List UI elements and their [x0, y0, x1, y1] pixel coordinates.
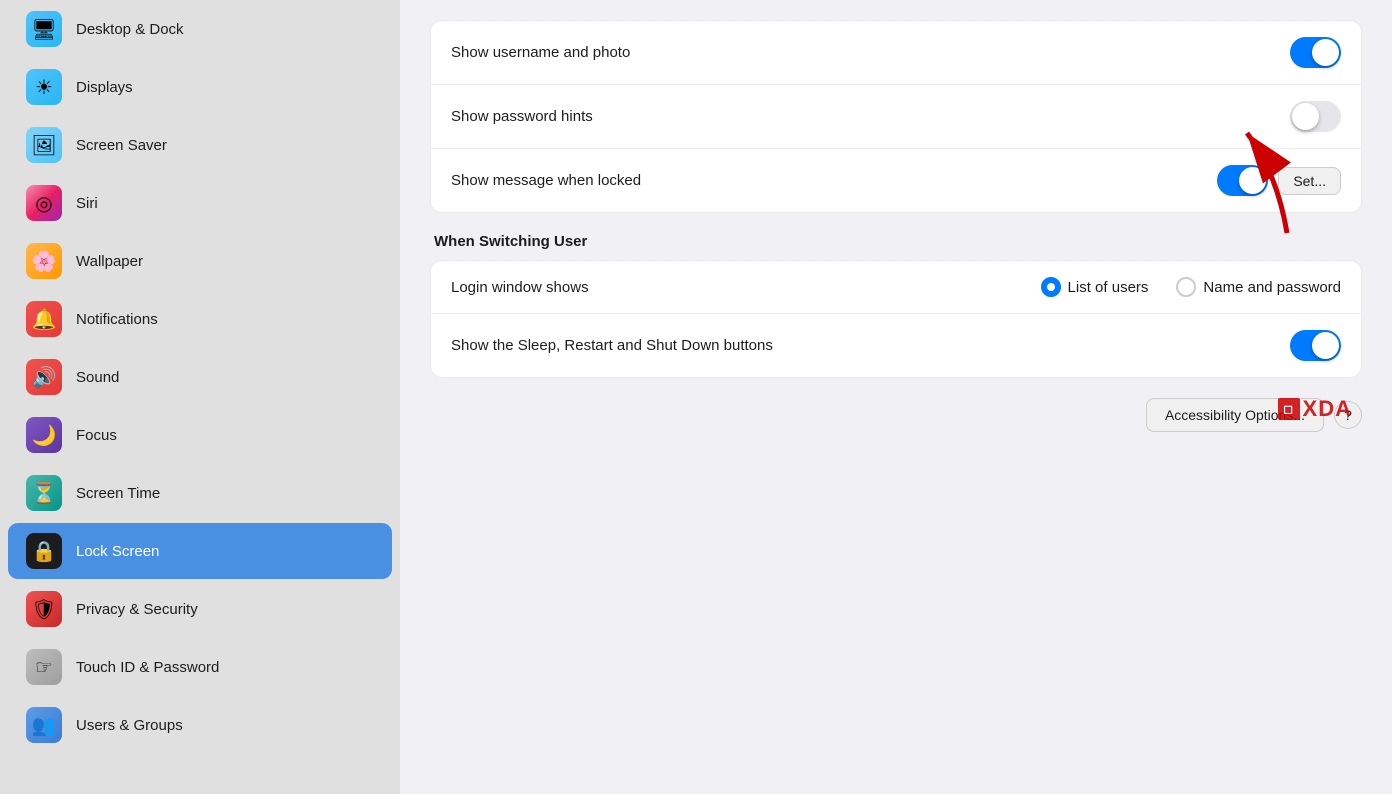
- sidebar: 🖥 Desktop & Dock ☀ Displays 🖼 Screen Saver ◎ Si…: [0, 0, 400, 794]
- xda-watermark: ◻ XDA: [1278, 396, 1352, 422]
- touch-id-password-label: Touch ID & Password: [76, 659, 219, 676]
- screen-time-icon: ⏳: [26, 475, 62, 511]
- radio-circle-list[interactable]: [1041, 277, 1061, 297]
- desktop-dock-icon: 🖥: [26, 11, 62, 47]
- displays-icon: ☀: [26, 69, 62, 105]
- login-window-label: Login window shows: [451, 279, 589, 296]
- show-password-hints-label: Show password hints: [451, 108, 593, 125]
- sidebar-item-screen-time[interactable]: ⏳ Screen Time: [8, 465, 392, 521]
- sidebar-item-screen-saver[interactable]: 🖼 Screen Saver: [8, 117, 392, 173]
- main-wrapper: Show username and photo Show password hi…: [430, 20, 1362, 432]
- radio-circle-name[interactable]: [1176, 277, 1196, 297]
- sidebar-item-lock-screen[interactable]: 🔒 Lock Screen: [8, 523, 392, 579]
- lock-screen-icon: 🔒: [26, 533, 62, 569]
- row-show-password-hints: Show password hints: [431, 85, 1361, 149]
- sleep-buttons-toggle[interactable]: [1290, 330, 1341, 361]
- sidebar-item-wallpaper[interactable]: 🌸 Wallpaper: [8, 233, 392, 289]
- settings-card-switching: Login window shows List of users Name an…: [430, 260, 1362, 378]
- show-message-right: Set...: [1217, 165, 1341, 196]
- screen-saver-label: Screen Saver: [76, 137, 167, 154]
- users-groups-label: Users & Groups: [76, 717, 183, 734]
- radio-label-name: Name and password: [1203, 279, 1341, 296]
- wallpaper-label: Wallpaper: [76, 253, 143, 270]
- sound-label: Sound: [76, 369, 119, 386]
- set-button[interactable]: Set...: [1278, 167, 1341, 195]
- radio-list-of-users[interactable]: List of users: [1041, 277, 1149, 297]
- main-content: Show username and photo Show password hi…: [400, 0, 1392, 794]
- lock-screen-label: Lock Screen: [76, 543, 159, 560]
- show-username-toggle[interactable]: [1290, 37, 1341, 68]
- sidebar-item-sound[interactable]: 🔊 Sound: [8, 349, 392, 405]
- notifications-label: Notifications: [76, 311, 158, 328]
- show-username-label: Show username and photo: [451, 44, 630, 61]
- when-switching-header: When Switching User: [430, 233, 1362, 250]
- sidebar-item-displays[interactable]: ☀ Displays: [8, 59, 392, 115]
- siri-label: Siri: [76, 195, 98, 212]
- row-login-window: Login window shows List of users Name an…: [431, 261, 1361, 314]
- users-groups-icon: 👥: [26, 707, 62, 743]
- row-sleep-buttons: Show the Sleep, Restart and Shut Down bu…: [431, 314, 1361, 377]
- sidebar-item-notifications[interactable]: 🔔 Notifications: [8, 291, 392, 347]
- sound-icon: 🔊: [26, 359, 62, 395]
- radio-name-password[interactable]: Name and password: [1176, 277, 1341, 297]
- touch-id-password-icon: ☞: [26, 649, 62, 685]
- notifications-icon: 🔔: [26, 301, 62, 337]
- sidebar-item-users-groups[interactable]: 👥 Users & Groups: [8, 697, 392, 753]
- sleep-buttons-label: Show the Sleep, Restart and Shut Down bu…: [451, 337, 773, 354]
- siri-icon: ◎: [26, 185, 62, 221]
- show-message-label: Show message when locked: [451, 172, 641, 189]
- show-message-toggle[interactable]: [1217, 165, 1268, 196]
- xda-text: XDA: [1303, 396, 1352, 422]
- radio-row: List of users Name and password: [1041, 277, 1341, 297]
- sidebar-item-siri[interactable]: ◎ Siri: [8, 175, 392, 231]
- radio-label-list: List of users: [1068, 279, 1149, 296]
- wallpaper-icon: 🌸: [26, 243, 62, 279]
- settings-card-top: Show username and photo Show password hi…: [430, 20, 1362, 213]
- privacy-security-icon: 🛡: [26, 591, 62, 627]
- sidebar-item-focus[interactable]: 🌙 Focus: [8, 407, 392, 463]
- sidebar-item-touch-id-password[interactable]: ☞ Touch ID & Password: [8, 639, 392, 695]
- focus-icon: 🌙: [26, 417, 62, 453]
- row-show-message: Show message when locked Set...: [431, 149, 1361, 212]
- row-show-username: Show username and photo: [431, 21, 1361, 85]
- xda-box-icon: ◻: [1278, 398, 1300, 420]
- screen-saver-icon: 🖼: [26, 127, 62, 163]
- show-password-hints-toggle[interactable]: [1290, 101, 1341, 132]
- focus-label: Focus: [76, 427, 117, 444]
- privacy-security-label: Privacy & Security: [76, 601, 198, 618]
- sidebar-item-privacy-security[interactable]: 🛡 Privacy & Security: [8, 581, 392, 637]
- bottom-bar: Accessibility Options... ?: [430, 398, 1362, 432]
- sidebar-item-desktop-dock[interactable]: 🖥 Desktop & Dock: [8, 1, 392, 57]
- screen-time-label: Screen Time: [76, 485, 160, 502]
- desktop-dock-label: Desktop & Dock: [76, 21, 184, 38]
- displays-label: Displays: [76, 79, 133, 96]
